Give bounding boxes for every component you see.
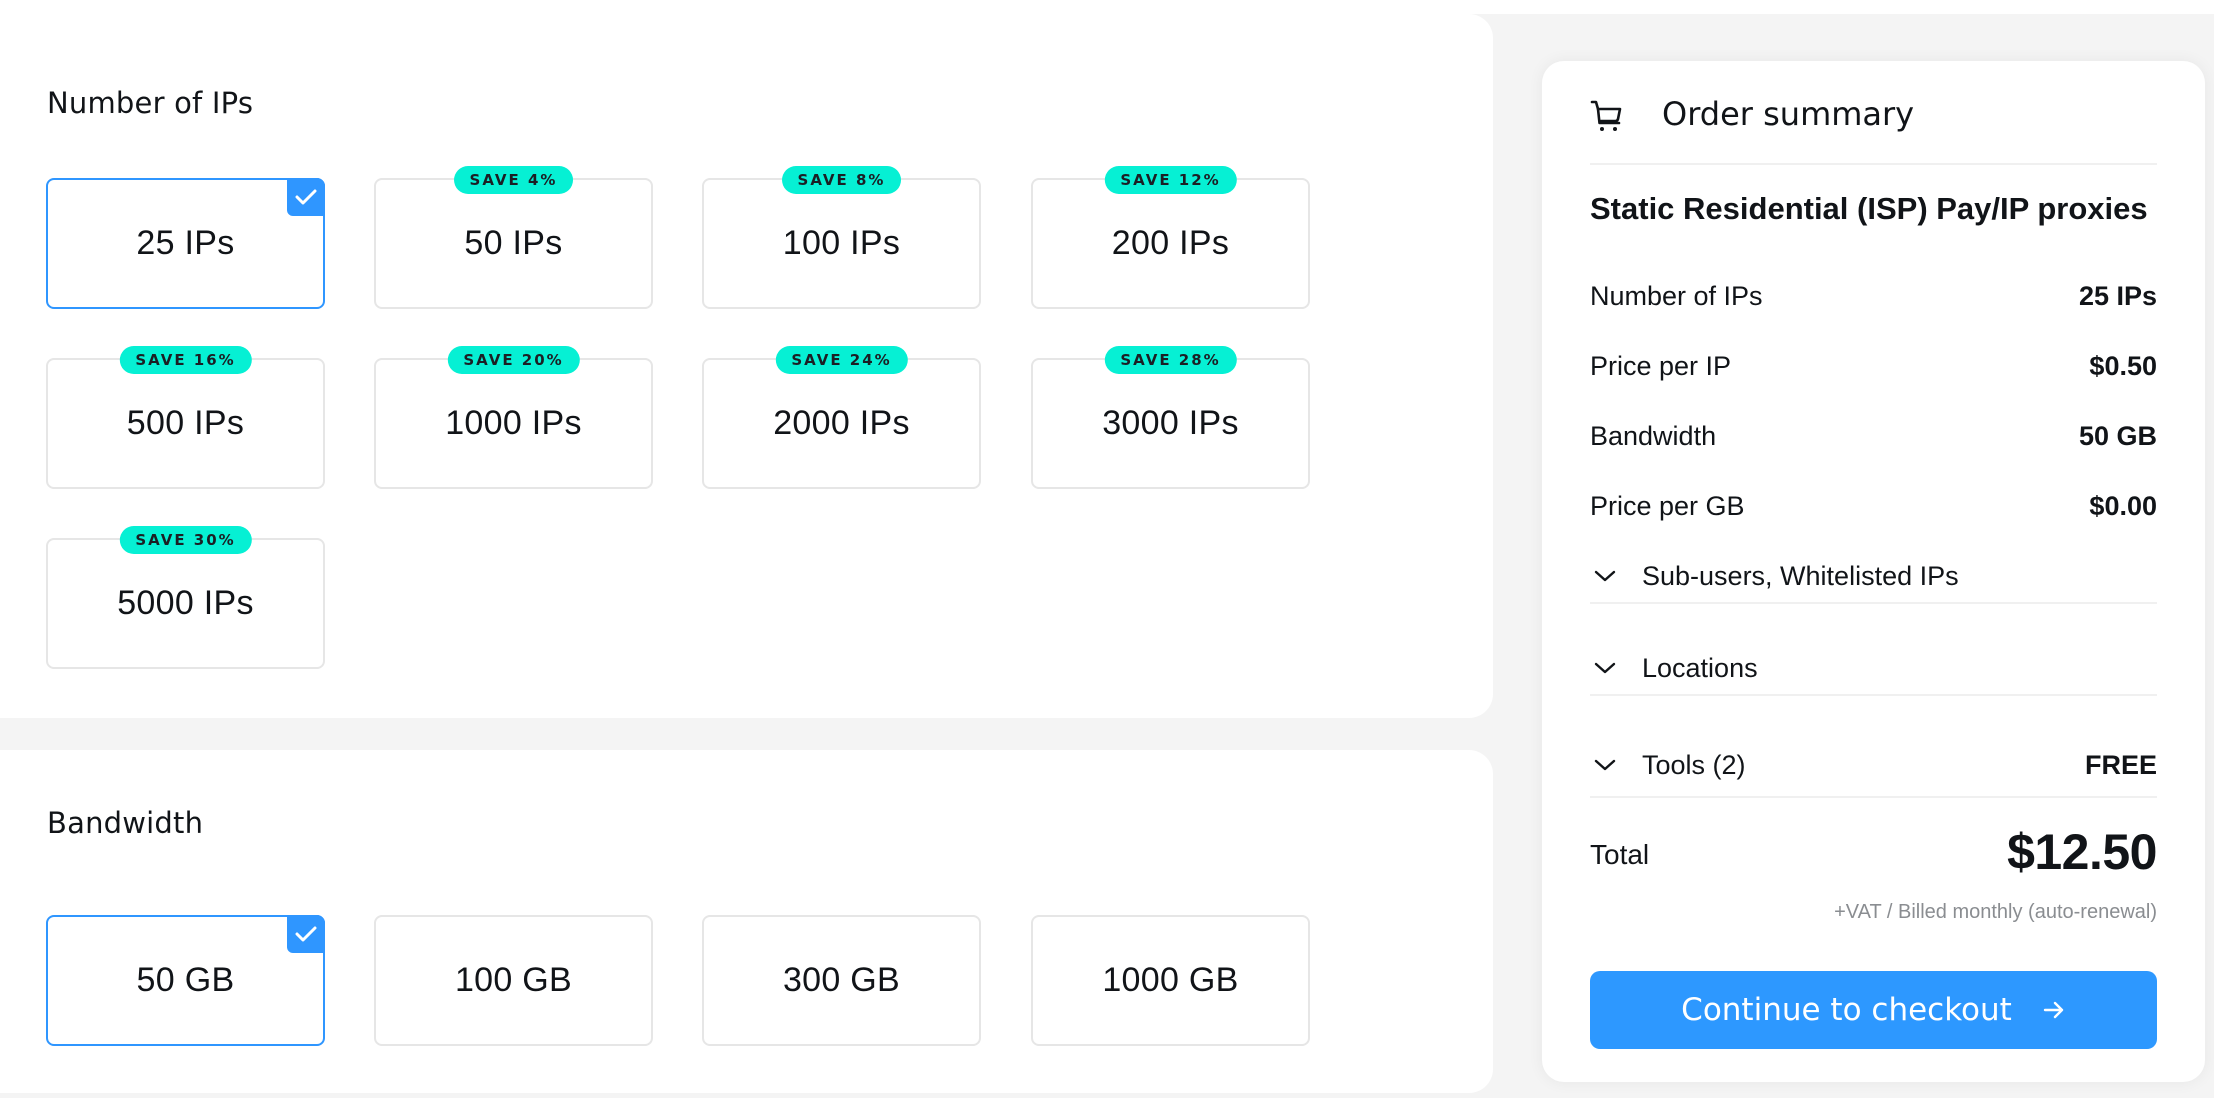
ips-section-title: Number of IPs (47, 86, 254, 120)
chevron-down-icon (1594, 759, 1616, 771)
ips-option-card[interactable]: 3000 IPs SAVE 28% (1031, 346, 1310, 489)
savings-badge: SAVE 4% (453, 166, 574, 194)
savings-badge: SAVE 24% (775, 346, 908, 374)
shopping-cart-icon (1590, 100, 1622, 131)
ips-option-card[interactable]: 25 IPs (46, 178, 325, 309)
ips-option-card[interactable]: 500 IPs SAVE 16% (46, 346, 325, 489)
checkout-button-label: Continue to checkout (1681, 992, 2012, 1028)
option-label: 5000 IPs (117, 584, 254, 622)
collapsible-locations[interactable]: Locations (1590, 648, 2157, 688)
ips-option-card[interactable]: 200 IPs SAVE 12% (1031, 166, 1310, 309)
summary-line-bandwidth: Bandwidth 50 GB (1590, 416, 2157, 456)
checkmark-icon (295, 189, 317, 205)
collapsible-sub-users[interactable]: Sub-users, Whitelisted IPs (1590, 556, 2157, 596)
collapsible-tools[interactable]: Tools (2) FREE (1590, 745, 2157, 785)
top-strip (0, 0, 2214, 14)
option-label: 200 IPs (1111, 224, 1230, 262)
divider (1590, 694, 2157, 696)
bandwidth-panel: Bandwidth 50 GB 100 GB 300 GB 1000 GB (0, 750, 1493, 1093)
bandwidth-option-card[interactable]: 300 GB (702, 915, 981, 1046)
line-label: Bandwidth (1590, 420, 1717, 451)
option-label: 25 IPs (136, 224, 235, 262)
divider (1590, 602, 2157, 604)
savings-badge: SAVE 12% (1104, 166, 1237, 194)
option-label: 100 IPs (782, 224, 901, 262)
chevron-down-icon (1594, 662, 1616, 674)
option-label: 1000 GB (1102, 961, 1239, 999)
line-label: Price per GB (1590, 490, 1745, 521)
option-label: 300 GB (782, 961, 901, 999)
bandwidth-section-title: Bandwidth (47, 806, 204, 840)
option-label: 500 IPs (126, 404, 245, 442)
option-label: 1000 IPs (445, 404, 582, 442)
order-summary-title: Order summary (1662, 95, 1915, 133)
bandwidth-option-card[interactable]: 100 GB (374, 915, 653, 1046)
checkmark-icon (295, 926, 317, 942)
ips-option-card[interactable]: 5000 IPs SAVE 30% (46, 526, 325, 669)
savings-badge: SAVE 16% (119, 346, 252, 374)
bandwidth-option-card[interactable]: 1000 GB (1031, 915, 1310, 1046)
option-label: 3000 IPs (1102, 404, 1239, 442)
chevron-down-icon (1594, 570, 1616, 582)
total-value: $12.50 (2007, 824, 2157, 880)
option-label: 50 IPs (464, 224, 563, 262)
summary-line-price-per-ip: Price per IP $0.50 (1590, 346, 2157, 386)
order-summary-panel: Order summary Static Residential (ISP) P… (1542, 61, 2205, 1082)
collapsible-label: Sub-users, Whitelisted IPs (1642, 560, 1959, 591)
order-summary-header: Order summary (1590, 61, 2157, 165)
savings-badge: SAVE 20% (447, 346, 580, 374)
ips-option-card[interactable]: 2000 IPs SAVE 24% (702, 346, 981, 489)
continue-to-checkout-button[interactable]: Continue to checkout (1590, 971, 2157, 1049)
selected-check-icon (287, 178, 325, 216)
savings-badge: SAVE 30% (119, 526, 252, 554)
line-value: 25 IPs (2078, 280, 2157, 311)
ips-option-card[interactable]: 1000 IPs SAVE 20% (374, 346, 653, 489)
savings-badge: SAVE 28% (1104, 346, 1237, 374)
billing-note: +VAT / Billed monthly (auto-renewal) (1834, 901, 2157, 923)
arrow-right-icon (2043, 1001, 2064, 1019)
selected-check-icon (287, 915, 325, 953)
line-label: Number of IPs (1590, 280, 1763, 311)
line-value: $0.00 (2089, 490, 2157, 521)
savings-badge: SAVE 8% (781, 166, 902, 194)
summary-line-price-per-gb: Price per GB $0.00 (1590, 486, 2157, 526)
divider (1590, 796, 2157, 798)
line-value: $0.50 (2089, 350, 2157, 381)
option-label: 2000 IPs (773, 404, 910, 442)
collapsible-label: Tools (2) (1642, 749, 1746, 780)
line-value: 50 GB (2078, 420, 2157, 451)
ips-panel: Number of IPs 25 IPs 50 IPs SAVE 4% 100 IPs… (0, 14, 1493, 718)
line-label: Price per IP (1590, 350, 1732, 381)
tools-price-value: FREE (2084, 749, 2157, 780)
product-name: Static Residential (ISP) Pay/IP proxies (1590, 191, 2148, 226)
option-label: 50 GB (136, 961, 235, 999)
total-label: Total (1590, 839, 1650, 870)
option-label: 100 GB (454, 961, 573, 999)
bandwidth-option-card[interactable]: 50 GB (46, 915, 325, 1046)
collapsible-label: Locations (1642, 652, 1758, 683)
ips-option-card[interactable]: 50 IPs SAVE 4% (374, 166, 653, 309)
summary-line-number-of-ips: Number of IPs 25 IPs (1590, 276, 2157, 316)
ips-option-card[interactable]: 100 IPs SAVE 8% (702, 166, 981, 309)
